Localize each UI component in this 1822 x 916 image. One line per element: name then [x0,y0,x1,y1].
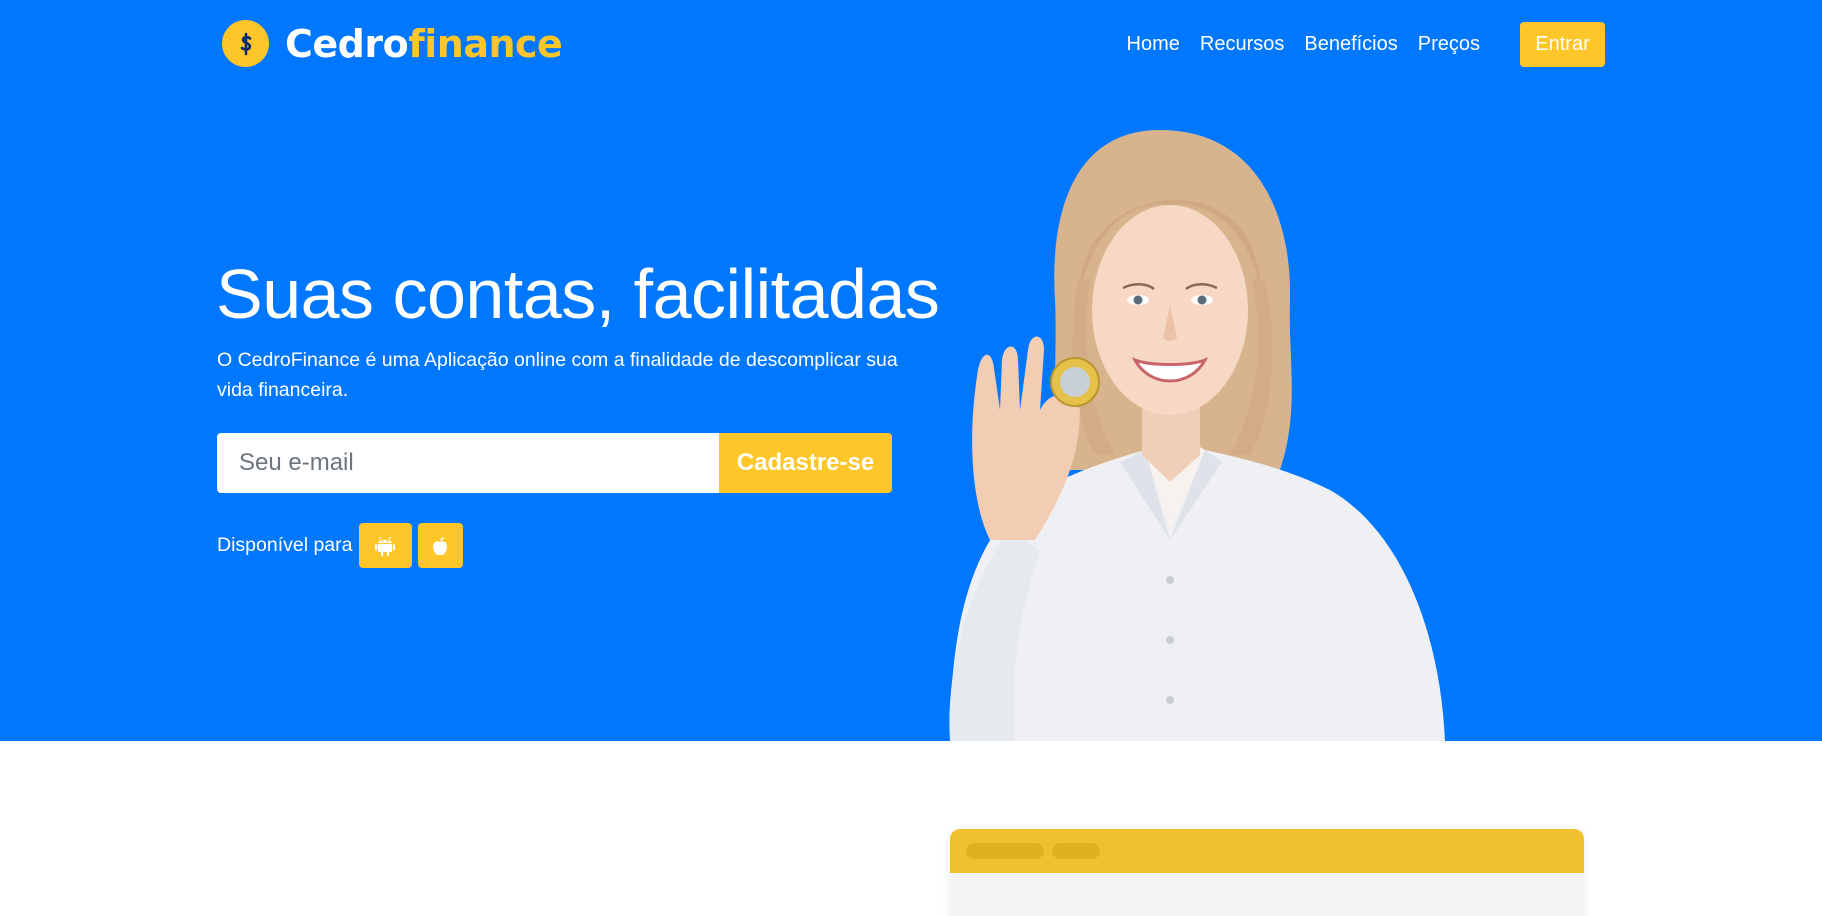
available-platforms: Disponível para [217,523,469,568]
brand-name-part1: Cedro [285,21,409,66]
app-preview-header [950,829,1584,873]
woman-holding-coin-image [949,130,1445,741]
app-preview-placeholder-pill [966,843,1044,859]
signup-form: Cadastre-se [217,433,892,493]
app-preview-placeholder-pill [1052,843,1100,859]
apple-icon [433,536,447,555]
app-preview-body [950,873,1584,916]
app-preview-card [950,829,1584,916]
hero-title: Suas contas, facilitadas [216,255,940,333]
signup-button[interactable]: Cadastre-se [719,433,892,493]
apple-store-button[interactable] [417,523,463,568]
android-icon [375,536,395,556]
available-label: Disponível para [217,534,353,556]
nav-item-recursos[interactable]: Recursos [1200,33,1284,56]
dollar-coin-icon [222,20,269,67]
brand-logo[interactable]: Cedrofinance [222,20,563,67]
hero-subtitle: O CedroFinance é uma Aplicação online co… [217,349,898,401]
brand-name: Cedrofinance [285,21,563,66]
email-input[interactable] [217,433,719,493]
main-nav: Home Recursos Benefícios Preços [1127,33,1480,56]
login-button[interactable]: Entrar [1520,22,1605,67]
nav-item-beneficios[interactable]: Benefícios [1304,33,1397,56]
nav-item-precos[interactable]: Preços [1418,33,1480,56]
android-store-button[interactable] [358,523,412,568]
hero-section: Cedrofinance Home Recursos Benefícios Pr… [0,0,1822,741]
nav-item-home[interactable]: Home [1127,33,1180,56]
brand-name-part2: finance [408,21,563,66]
